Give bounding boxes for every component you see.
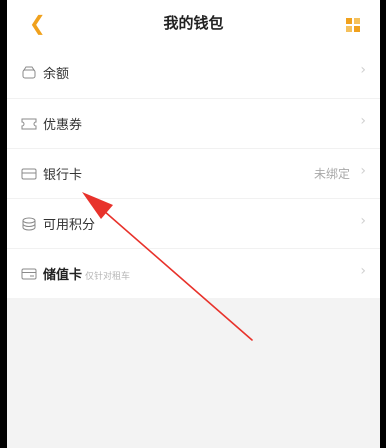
menu-item-coupons[interactable]: 优惠券 › — [7, 98, 380, 148]
chevron-right-icon: › — [360, 113, 366, 129]
menu-item-label: 优惠券 — [43, 118, 83, 133]
page-title: 我的钱包 — [163, 14, 224, 32]
coupon-icon — [21, 118, 37, 130]
menu-item-balance[interactable]: 余额 › — [7, 48, 380, 98]
wallet-screen: ❮ 我的钱包 余额 › 优惠券 › 银行卡 未绑定 › 可用积分 › 储值卡 仅… — [7, 0, 380, 448]
menu-item-label: 余额 — [43, 67, 70, 82]
menu-item-label: 可用积分 — [43, 218, 96, 233]
wallet-icon — [22, 66, 36, 79]
menu-item-label: 储值卡 仅针对租车 — [43, 268, 131, 283]
bank-card-status: 未绑定 — [313, 167, 350, 181]
menu-item-stored-value-card[interactable]: 储值卡 仅针对租车 › — [7, 248, 380, 298]
menu-item-bank-card[interactable]: 银行卡 未绑定 › — [7, 148, 380, 198]
chevron-right-icon: › — [360, 213, 366, 229]
bank-card-icon — [21, 168, 37, 180]
stored-card-icon — [21, 268, 37, 280]
chevron-right-icon: › — [360, 62, 366, 78]
grid-icon[interactable] — [346, 18, 360, 32]
menu-item-points[interactable]: 可用积分 › — [7, 198, 380, 248]
navigation-bar: ❮ 我的钱包 — [7, 0, 380, 48]
chevron-right-icon: › — [360, 263, 366, 279]
menu-item-label: 银行卡 — [43, 168, 83, 183]
chevron-right-icon: › — [360, 163, 366, 179]
wallet-menu: 余额 › 优惠券 › 银行卡 未绑定 › 可用积分 › 储值卡 仅针对租车 › — [7, 48, 380, 298]
coins-icon — [22, 217, 36, 231]
stored-card-note: 仅针对租车 — [85, 272, 131, 282]
